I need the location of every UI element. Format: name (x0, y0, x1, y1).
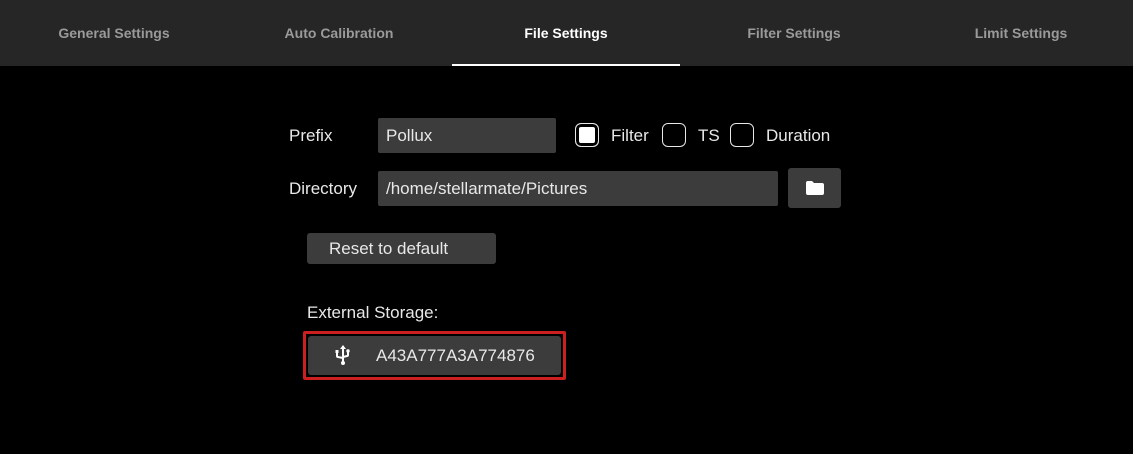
folder-icon (805, 181, 824, 195)
tab-label: Filter Settings (747, 25, 841, 41)
duration-checkbox[interactable] (730, 123, 754, 147)
active-tab-indicator (452, 64, 680, 66)
prefix-input[interactable]: Pollux (378, 118, 556, 153)
reset-to-default-button[interactable]: Reset to default (307, 233, 496, 264)
tab-general-settings[interactable]: General Settings (0, 0, 228, 66)
prefix-value: Pollux (386, 125, 433, 145)
filter-checkbox[interactable] (575, 123, 599, 147)
usb-icon (335, 345, 350, 365)
tab-bar: General Settings Auto Calibration File S… (0, 0, 1133, 66)
storage-device-name: A43A777A3A774876 (376, 345, 535, 365)
directory-input[interactable]: /home/stellarmate/Pictures (378, 171, 778, 206)
ts-label: TS (698, 126, 720, 145)
directory-value: /home/stellarmate/Pictures (386, 178, 588, 198)
browse-directory-button[interactable] (788, 168, 841, 208)
ts-checkbox[interactable] (662, 123, 686, 147)
tab-label: General Settings (58, 25, 170, 41)
directory-label: Directory (289, 179, 358, 198)
tab-file-settings[interactable]: File Settings (452, 0, 680, 66)
tab-limit-settings[interactable]: Limit Settings (907, 0, 1133, 66)
tab-label: Auto Calibration (284, 25, 394, 41)
duration-label: Duration (766, 126, 831, 145)
external-storage-label: External Storage: (307, 303, 439, 322)
prefix-label: Prefix (289, 126, 333, 145)
filter-label: Filter (611, 126, 649, 145)
reset-label: Reset to default (329, 238, 449, 258)
tab-label: Limit Settings (974, 25, 1068, 41)
tab-label: File Settings (524, 25, 608, 41)
tab-auto-calibration[interactable]: Auto Calibration (225, 0, 453, 66)
storage-device-button[interactable]: A43A777A3A774876 (308, 336, 561, 375)
tab-filter-settings[interactable]: Filter Settings (680, 0, 908, 66)
